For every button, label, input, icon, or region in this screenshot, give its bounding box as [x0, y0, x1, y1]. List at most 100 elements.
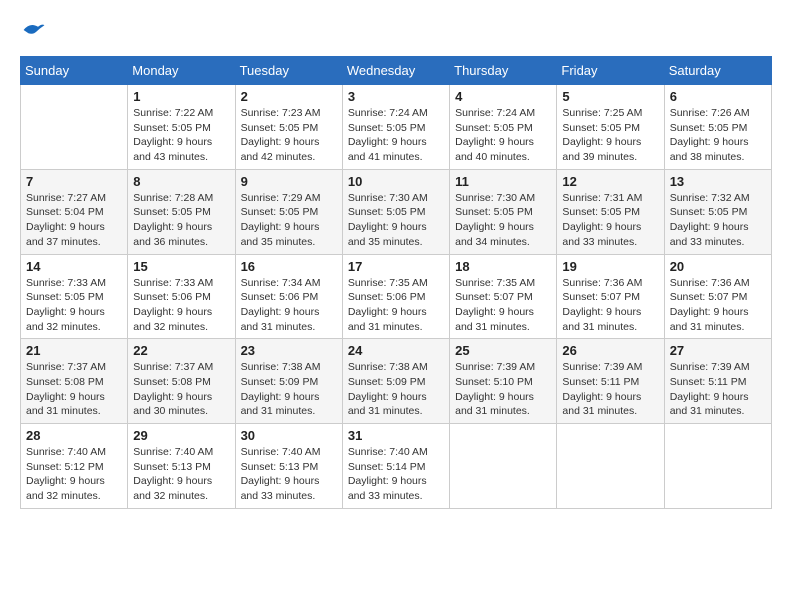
calendar-week-row: 7 Sunrise: 7:27 AMSunset: 5:04 PMDaylight…: [21, 169, 772, 254]
calendar-cell: 14 Sunrise: 7:33 AMSunset: 5:05 PMDayligh…: [21, 254, 128, 339]
calendar-cell: 13 Sunrise: 7:32 AMSunset: 5:05 PMDayligh…: [664, 169, 771, 254]
calendar-cell: 4Sunrise: 7:24 AMSunset: 5:05 PMDaylight…: [450, 85, 557, 170]
day-info: Sunrise: 7:34 AMSunset: 5:06 PMDaylight:…: [241, 276, 337, 335]
calendar-cell: [450, 424, 557, 509]
day-info: Sunrise: 7:40 AMSunset: 5:12 PMDaylight:…: [26, 445, 122, 504]
day-number: 16: [241, 259, 337, 274]
calendar-cell: 1 Sunrise: 7:22 AMSunset: 5:05 PMDaylight…: [128, 85, 235, 170]
calendar-cell: 10 Sunrise: 7:30 AMSunset: 5:05 PMDayligh…: [342, 169, 449, 254]
calendar-cell: 5 Sunrise: 7:25 AMSunset: 5:05 PMDaylight…: [557, 85, 664, 170]
day-number: 22: [133, 343, 229, 358]
day-number: 29: [133, 428, 229, 443]
calendar-week-row: 21 Sunrise: 7:37 AMSunset: 5:08 PMDayligh…: [21, 339, 772, 424]
day-info: Sunrise: 7:24 AMSunset: 5:05 PMDaylight:…: [455, 106, 551, 165]
logo: [20, 20, 46, 40]
day-number: 9: [241, 174, 337, 189]
day-number: 7: [26, 174, 122, 189]
day-info: Sunrise: 7:35 AMSunset: 5:07 PMDaylight:…: [455, 276, 551, 335]
calendar-cell: 22 Sunrise: 7:37 AMSunset: 5:08 PMDayligh…: [128, 339, 235, 424]
day-number: 8: [133, 174, 229, 189]
day-number: 13: [670, 174, 766, 189]
day-info: Sunrise: 7:38 AMSunset: 5:09 PMDaylight:…: [348, 360, 444, 419]
day-number: 19: [562, 259, 658, 274]
weekday-header: Saturday: [664, 57, 771, 85]
day-info: Sunrise: 7:39 AMSunset: 5:11 PMDaylight:…: [670, 360, 766, 419]
day-info: Sunrise: 7:27 AMSunset: 5:04 PMDaylight:…: [26, 191, 122, 250]
calendar-cell: 11 Sunrise: 7:30 AMSunset: 5:05 PMDayligh…: [450, 169, 557, 254]
day-info: Sunrise: 7:35 AMSunset: 5:06 PMDaylight:…: [348, 276, 444, 335]
day-number: 3: [348, 89, 444, 104]
day-number: 26: [562, 343, 658, 358]
day-number: 10: [348, 174, 444, 189]
day-info: Sunrise: 7:39 AMSunset: 5:10 PMDaylight:…: [455, 360, 551, 419]
day-info: Sunrise: 7:26 AMSunset: 5:05 PMDaylight:…: [670, 106, 766, 165]
weekday-header: Friday: [557, 57, 664, 85]
calendar-week-row: 14 Sunrise: 7:33 AMSunset: 5:05 PMDayligh…: [21, 254, 772, 339]
day-number: 23: [241, 343, 337, 358]
day-number: 6: [670, 89, 766, 104]
day-info: Sunrise: 7:40 AMSunset: 5:13 PMDaylight:…: [241, 445, 337, 504]
day-info: Sunrise: 7:24 AMSunset: 5:05 PMDaylight:…: [348, 106, 444, 165]
day-number: 14: [26, 259, 122, 274]
day-info: Sunrise: 7:28 AMSunset: 5:05 PMDaylight:…: [133, 191, 229, 250]
day-number: 5: [562, 89, 658, 104]
calendar-cell: 23 Sunrise: 7:38 AMSunset: 5:09 PMDayligh…: [235, 339, 342, 424]
calendar-cell: 30 Sunrise: 7:40 AMSunset: 5:13 PMDayligh…: [235, 424, 342, 509]
calendar-cell: 27 Sunrise: 7:39 AMSunset: 5:11 PMDayligh…: [664, 339, 771, 424]
day-info: Sunrise: 7:37 AMSunset: 5:08 PMDaylight:…: [133, 360, 229, 419]
page-header: [20, 20, 772, 40]
day-number: 20: [670, 259, 766, 274]
day-info: Sunrise: 7:37 AMSunset: 5:08 PMDaylight:…: [26, 360, 122, 419]
day-info: Sunrise: 7:39 AMSunset: 5:11 PMDaylight:…: [562, 360, 658, 419]
day-info: Sunrise: 7:32 AMSunset: 5:05 PMDaylight:…: [670, 191, 766, 250]
calendar-cell: 26 Sunrise: 7:39 AMSunset: 5:11 PMDayligh…: [557, 339, 664, 424]
day-number: 12: [562, 174, 658, 189]
calendar-cell: 7 Sunrise: 7:27 AMSunset: 5:04 PMDaylight…: [21, 169, 128, 254]
day-info: Sunrise: 7:29 AMSunset: 5:05 PMDaylight:…: [241, 191, 337, 250]
calendar-cell: 18 Sunrise: 7:35 AMSunset: 5:07 PMDayligh…: [450, 254, 557, 339]
day-info: Sunrise: 7:33 AMSunset: 5:05 PMDaylight:…: [26, 276, 122, 335]
calendar-cell: 21 Sunrise: 7:37 AMSunset: 5:08 PMDayligh…: [21, 339, 128, 424]
day-number: 25: [455, 343, 551, 358]
weekday-header: Tuesday: [235, 57, 342, 85]
calendar-header-row: SundayMondayTuesdayWednesdayThursdayFrid…: [21, 57, 772, 85]
day-info: Sunrise: 7:30 AMSunset: 5:05 PMDaylight:…: [348, 191, 444, 250]
calendar-week-row: 1 Sunrise: 7:22 AMSunset: 5:05 PMDaylight…: [21, 85, 772, 170]
day-number: 27: [670, 343, 766, 358]
day-number: 30: [241, 428, 337, 443]
calendar-cell: 29Sunrise: 7:40 AMSunset: 5:13 PMDayligh…: [128, 424, 235, 509]
calendar-cell: 6 Sunrise: 7:26 AMSunset: 5:05 PMDaylight…: [664, 85, 771, 170]
calendar-cell: 9 Sunrise: 7:29 AMSunset: 5:05 PMDaylight…: [235, 169, 342, 254]
calendar-cell: 20 Sunrise: 7:36 AMSunset: 5:07 PMDayligh…: [664, 254, 771, 339]
weekday-header: Sunday: [21, 57, 128, 85]
logo-bird-icon: [22, 20, 46, 40]
day-number: 21: [26, 343, 122, 358]
day-number: 1: [133, 89, 229, 104]
calendar-cell: 31 Sunrise: 7:40 AMSunset: 5:14 PMDayligh…: [342, 424, 449, 509]
day-info: Sunrise: 7:30 AMSunset: 5:05 PMDaylight:…: [455, 191, 551, 250]
day-number: 31: [348, 428, 444, 443]
day-number: 11: [455, 174, 551, 189]
day-number: 15: [133, 259, 229, 274]
day-number: 18: [455, 259, 551, 274]
calendar-week-row: 28 Sunrise: 7:40 AMSunset: 5:12 PMDayligh…: [21, 424, 772, 509]
day-info: Sunrise: 7:23 AMSunset: 5:05 PMDaylight:…: [241, 106, 337, 165]
day-info: Sunrise: 7:36 AMSunset: 5:07 PMDaylight:…: [670, 276, 766, 335]
calendar-cell: 15 Sunrise: 7:33 AMSunset: 5:06 PMDayligh…: [128, 254, 235, 339]
calendar-cell: 24Sunrise: 7:38 AMSunset: 5:09 PMDayligh…: [342, 339, 449, 424]
day-info: Sunrise: 7:40 AMSunset: 5:14 PMDaylight:…: [348, 445, 444, 504]
calendar-cell: 12 Sunrise: 7:31 AMSunset: 5:05 PMDayligh…: [557, 169, 664, 254]
weekday-header: Thursday: [450, 57, 557, 85]
day-number: 28: [26, 428, 122, 443]
calendar-cell: 28 Sunrise: 7:40 AMSunset: 5:12 PMDayligh…: [21, 424, 128, 509]
weekday-header: Wednesday: [342, 57, 449, 85]
calendar-cell: 3 Sunrise: 7:24 AMSunset: 5:05 PMDaylight…: [342, 85, 449, 170]
day-info: Sunrise: 7:38 AMSunset: 5:09 PMDaylight:…: [241, 360, 337, 419]
calendar-cell: 8 Sunrise: 7:28 AMSunset: 5:05 PMDaylight…: [128, 169, 235, 254]
day-info: Sunrise: 7:22 AMSunset: 5:05 PMDaylight:…: [133, 106, 229, 165]
day-info: Sunrise: 7:31 AMSunset: 5:05 PMDaylight:…: [562, 191, 658, 250]
calendar-cell: [21, 85, 128, 170]
day-info: Sunrise: 7:25 AMSunset: 5:05 PMDaylight:…: [562, 106, 658, 165]
day-number: 2: [241, 89, 337, 104]
day-info: Sunrise: 7:33 AMSunset: 5:06 PMDaylight:…: [133, 276, 229, 335]
